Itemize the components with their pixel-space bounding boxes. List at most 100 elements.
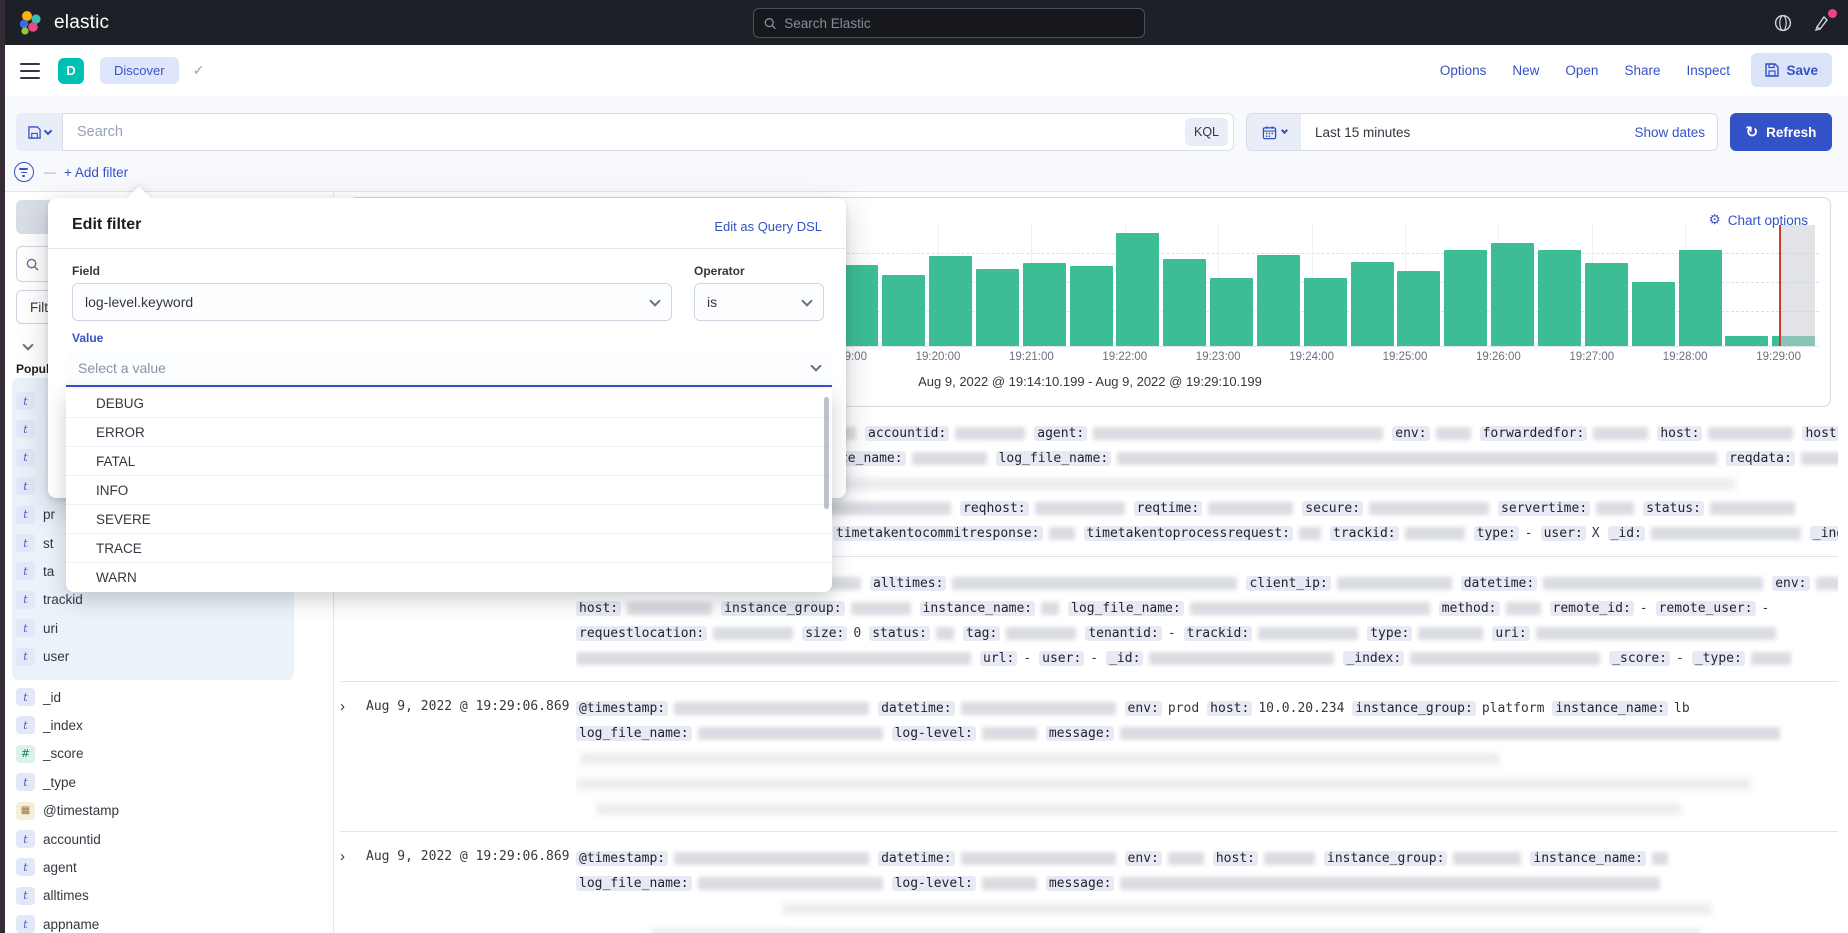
scrollbar[interactable] (824, 397, 829, 509)
histogram-bar[interactable] (1397, 271, 1440, 346)
field-label: ta (43, 564, 54, 579)
show-dates-link[interactable]: Show dates (1634, 125, 1705, 140)
breadcrumb[interactable]: Discover (100, 57, 179, 84)
newsfeed-icon[interactable] (1812, 12, 1834, 34)
elastic-logo[interactable]: elastic (18, 10, 109, 36)
field-value: platform (1482, 701, 1545, 716)
histogram-bar[interactable] (1725, 336, 1768, 346)
dropdown-option-trace[interactable]: TRACE (66, 534, 832, 563)
sidebar-field-st[interactable]: tst (16, 530, 54, 556)
popover-title: Edit filter (72, 216, 141, 234)
histogram-bar[interactable] (1351, 262, 1394, 346)
x-tick-label: 19:28:00 (1663, 351, 1708, 363)
sidebar-field-ta[interactable]: tta (16, 558, 54, 584)
redacted-value (1506, 602, 1541, 615)
dropdown-option-debug[interactable]: DEBUG (66, 389, 832, 418)
sidebar-field-_type[interactable]: t_type (16, 769, 76, 795)
notification-dot (1828, 9, 1837, 18)
nav-link-share[interactable]: Share (1624, 63, 1660, 78)
time-range-value[interactable]: Last 15 minutes (1315, 125, 1634, 140)
dropdown-option-warn[interactable]: WARN (66, 563, 832, 592)
collapse-chevron-icon[interactable] (24, 336, 32, 354)
histogram-bar[interactable] (1070, 266, 1113, 346)
date-picker-calendar-button[interactable] (1247, 114, 1301, 150)
sidebar-field-user[interactable]: tuser (16, 644, 69, 670)
histogram-bar[interactable] (1538, 250, 1581, 346)
histogram-bar[interactable] (1585, 263, 1628, 346)
sidebar-field-agent[interactable]: tagent (16, 854, 77, 880)
histogram-bar[interactable] (1210, 278, 1253, 346)
row-field-line: log_file_name:log-level:message: (576, 871, 1838, 896)
sidebar-field-hidden[interactable]: t (16, 473, 43, 499)
operator-select[interactable]: is (694, 283, 824, 321)
sidebar-field-hidden[interactable]: t (16, 388, 43, 414)
redacted-value (1120, 877, 1660, 890)
nav-link-inspect[interactable]: Inspect (1686, 63, 1730, 78)
histogram-bar[interactable] (1632, 282, 1675, 346)
dropdown-option-fatal[interactable]: FATAL (66, 447, 832, 476)
refresh-button[interactable]: ↻ Refresh (1730, 113, 1832, 151)
sidebar-field-appname[interactable]: tappname (16, 911, 99, 933)
sidebar-field-_index[interactable]: t_index (16, 712, 83, 738)
global-search-box[interactable] (753, 8, 1145, 38)
help-icon[interactable] (1772, 12, 1794, 34)
sidebar-field-hidden[interactable]: t (16, 445, 43, 471)
menu-icon[interactable] (20, 63, 40, 79)
field-name-badge: tenantid: (1085, 626, 1161, 641)
filter-menu-icon[interactable] (14, 162, 34, 182)
histogram-bar[interactable] (1444, 250, 1487, 346)
field-name-badge: url: (980, 651, 1017, 666)
field-select[interactable]: log-level.keyword (72, 283, 672, 321)
save-button[interactable]: Save (1751, 53, 1832, 87)
nav-link-new[interactable]: New (1512, 63, 1539, 78)
value-input[interactable] (78, 360, 812, 376)
redacted-value (1208, 502, 1293, 515)
histogram-bar[interactable] (1679, 250, 1722, 346)
histogram-bar[interactable] (929, 256, 972, 346)
dropdown-option-info[interactable]: INFO (66, 476, 832, 505)
field-label: appname (43, 917, 99, 932)
histogram-bar[interactable] (976, 269, 1019, 346)
sidebar-field-alltimes[interactable]: talltimes (16, 883, 89, 909)
space-badge[interactable]: D (58, 58, 84, 84)
sidebar-field-pr[interactable]: tpr (16, 502, 55, 528)
edit-as-query-dsl-link[interactable]: Edit as Query DSL (714, 219, 822, 234)
sidebar-field-hidden[interactable]: t (16, 416, 43, 442)
redacted-text (596, 803, 1681, 815)
sidebar-field-_score[interactable]: #_score (16, 741, 84, 767)
nav-link-options[interactable]: Options (1440, 63, 1487, 78)
histogram-bar[interactable] (1163, 259, 1206, 346)
row-timestamp: Aug 9, 2022 @ 19:29:06.869 (366, 696, 576, 821)
nav-link-open[interactable]: Open (1565, 63, 1598, 78)
field-name-badge: _index: (1343, 651, 1404, 666)
dropdown-option-severe[interactable]: SEVERE (66, 505, 832, 534)
sidebar-field-_id[interactable]: t_id (16, 684, 61, 710)
kql-badge[interactable]: KQL (1185, 118, 1228, 146)
sidebar-field-@timestamp[interactable]: ▦@timestamp (16, 798, 119, 824)
row-timestamp: Aug 9, 2022 @ 19:29:06.869 (366, 846, 576, 933)
field-name-badge: env: (1772, 576, 1809, 591)
field-label: alltimes (43, 888, 89, 903)
value-combobox[interactable] (66, 350, 832, 387)
histogram-bar[interactable] (1116, 233, 1159, 346)
histogram-bar[interactable] (1304, 278, 1347, 346)
field-name-badge: instance_name: (920, 601, 1036, 616)
dropdown-option-error[interactable]: ERROR (66, 418, 832, 447)
global-search-input[interactable] (784, 16, 1134, 31)
top-nav-links: Options New Open Share Inspect (1440, 63, 1730, 78)
sidebar-field-accountid[interactable]: taccountid (16, 826, 101, 852)
query-input[interactable] (63, 124, 1185, 140)
add-filter-link[interactable]: + Add filter (64, 165, 128, 180)
histogram-bar[interactable] (1023, 263, 1066, 346)
histogram-bar[interactable] (882, 275, 925, 346)
histogram-bar[interactable] (1257, 255, 1300, 346)
x-tick-label: 19:23:00 (1196, 351, 1241, 363)
field-name-badge: message: (1046, 726, 1115, 741)
histogram-bar[interactable] (1491, 243, 1534, 346)
redacted-value (1410, 652, 1600, 665)
expand-row-icon[interactable]: › (340, 846, 366, 933)
saved-query-menu-button[interactable] (16, 113, 62, 151)
save-query-icon (28, 126, 41, 139)
expand-row-icon[interactable]: › (340, 696, 366, 821)
sidebar-field-uri[interactable]: turi (16, 615, 58, 641)
